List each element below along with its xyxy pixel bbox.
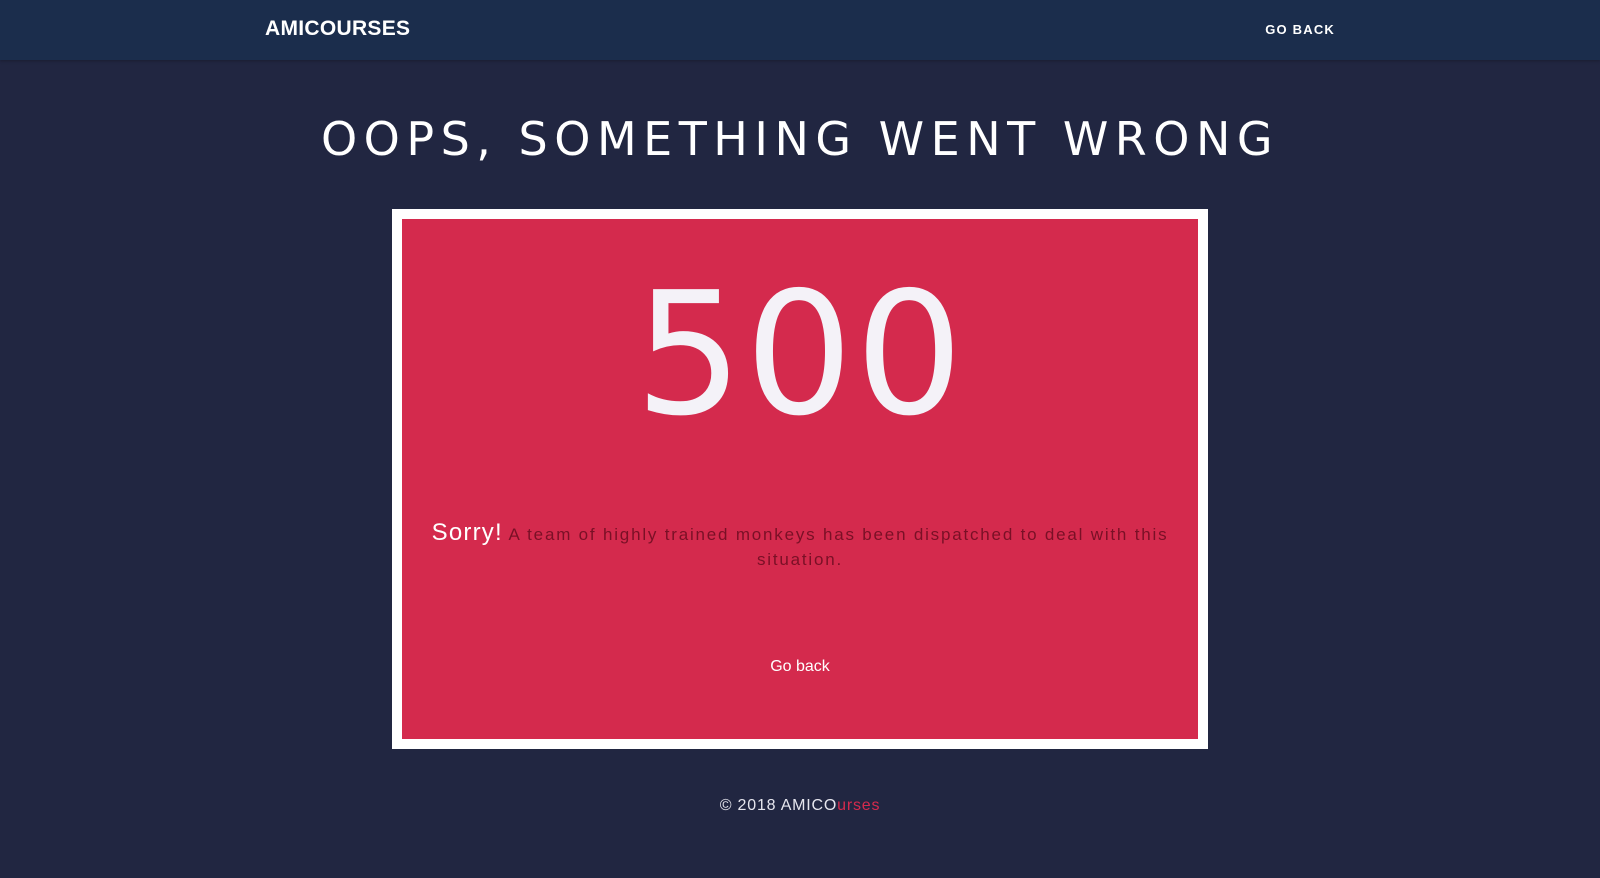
brand-logo-link[interactable]: AMICOURSES [265, 17, 410, 41]
error-message: Sorry! A team of highly trained monkeys … [420, 520, 1180, 572]
top-navbar: AMICOURSES GO BACK [0, 0, 1600, 60]
footer-copyright: © 2018 AMICO [719, 797, 838, 814]
go-back-label[interactable]: Go back [770, 658, 830, 675]
footer: © 2018 AMICOurses [0, 797, 1600, 815]
sorry-label: Sorry! [431, 519, 503, 546]
page-title: OOPS, SOMETHING WENT WRONG [320, 112, 1280, 166]
error-message-text: A team of highly trained monkeys has bee… [508, 525, 1169, 569]
error-code: 500 [634, 256, 966, 454]
nav-go-back-link[interactable]: GO BACK [1265, 22, 1335, 37]
go-back-link[interactable]: Go back [0, 658, 1600, 676]
footer-brand-accent: urses [837, 797, 881, 814]
